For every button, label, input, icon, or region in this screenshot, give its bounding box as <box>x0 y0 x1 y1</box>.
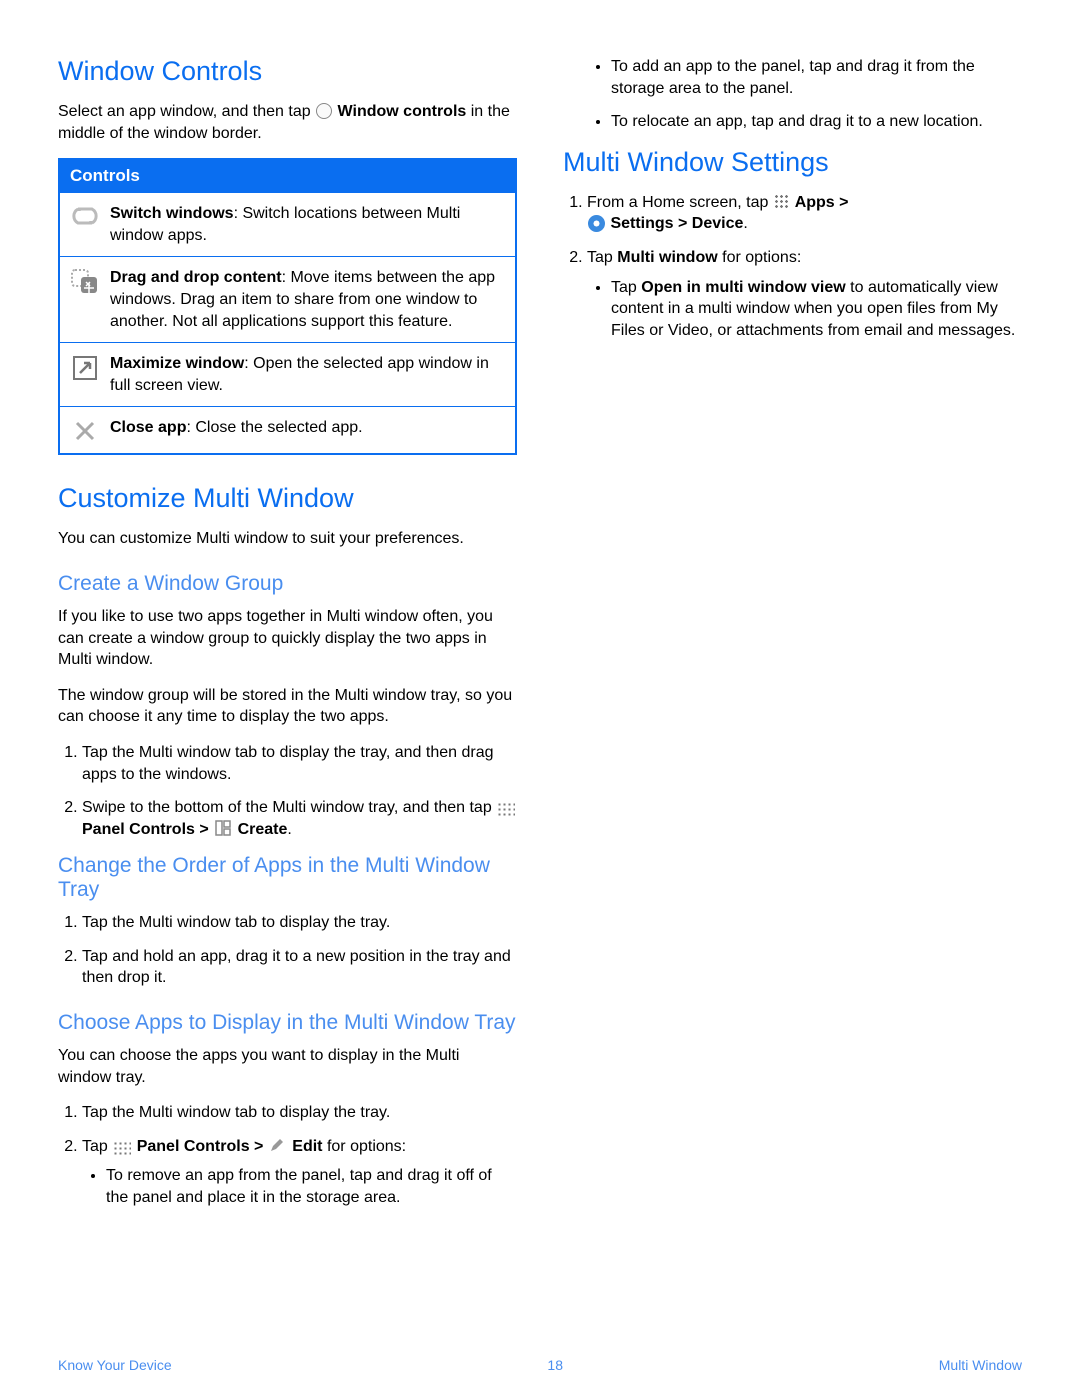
apps-grid-icon <box>774 194 790 210</box>
switch-windows-icon <box>70 205 100 227</box>
control-row-switch: Switch windows: Switch locations between… <box>60 192 515 256</box>
create-icon <box>214 819 232 837</box>
heading-change-order: Change the Order of Apps in the Multi Wi… <box>58 854 517 902</box>
heading-customize: Customize Multi Window <box>58 483 517 514</box>
text: Tap <box>587 249 617 266</box>
text: : Close the selected app. <box>186 419 362 436</box>
controls-table: Controls Switch windows: Switch location… <box>58 158 517 455</box>
text: . <box>743 215 747 232</box>
settings-gear-icon <box>588 215 605 232</box>
footer-right: Multi Window <box>939 1357 1022 1373</box>
text-bold: Window controls <box>338 103 467 120</box>
text-bold: Drag and drop content <box>110 269 282 286</box>
controls-table-header: Controls <box>60 160 515 192</box>
text-bold: Maximize window <box>110 355 244 372</box>
panel-controls-icon <box>497 802 515 816</box>
list-item: Tap the Multi window tab to display the … <box>82 1102 517 1124</box>
text-bold: Edit <box>288 1138 323 1155</box>
control-text: Maximize window: Open the selected app w… <box>110 353 505 396</box>
text-bold: Multi window <box>617 249 717 266</box>
text: Tap <box>82 1138 112 1155</box>
text-bold: Open in multi window view <box>641 279 845 296</box>
heading-multi-window-settings: Multi Window Settings <box>563 147 1022 178</box>
list-item: To remove an app from the panel, tap and… <box>106 1165 517 1208</box>
create-group-steps: Tap the Multi window tab to display the … <box>58 742 517 840</box>
text-bold: Switch windows <box>110 205 234 222</box>
control-text: Close app: Close the selected app. <box>110 417 505 439</box>
text: for options: <box>718 249 802 266</box>
control-row-maximize: Maximize window: Open the selected app w… <box>60 342 515 406</box>
footer-left: Know Your Device <box>58 1357 172 1373</box>
text: From a Home screen, tap <box>587 194 773 211</box>
text: Tap <box>611 279 641 296</box>
text-bold: Apps > <box>791 194 849 211</box>
text: You can choose the apps you want to disp… <box>58 1045 517 1088</box>
drag-drop-icon <box>70 269 100 295</box>
text: for options: <box>323 1138 407 1155</box>
list-item: Tap the Multi window tab to display the … <box>82 912 517 934</box>
list-item: Tap Open in multi window view to automat… <box>611 277 1022 342</box>
text-bold: Close app <box>110 419 186 436</box>
text: The window group will be stored in the M… <box>58 685 517 728</box>
text: Select an app window, and then tap <box>58 103 311 120</box>
text-bold: Panel Controls > <box>82 821 213 838</box>
control-text: Drag and drop content: Move items betwee… <box>110 267 505 332</box>
list-item: Tap the Multi window tab to display the … <box>82 742 517 785</box>
list-item: From a Home screen, tap Apps > Settings … <box>587 192 1022 235</box>
window-controls-icon <box>316 103 332 119</box>
page-content: Window Controls Select an app window, an… <box>0 0 1080 1280</box>
text: Swipe to the bottom of the Multi window … <box>82 799 496 816</box>
text: . <box>287 821 291 838</box>
control-text: Switch windows: Switch locations between… <box>110 203 505 246</box>
page-footer: Know Your Device 18 Multi Window <box>0 1357 1080 1373</box>
heading-create-group: Create a Window Group <box>58 572 517 596</box>
list-item: Swipe to the bottom of the Multi window … <box>82 797 517 840</box>
list-item: Tap and hold an app, drag it to a new po… <box>82 946 517 989</box>
list-item: To add an app to the panel, tap and drag… <box>611 56 1022 99</box>
control-row-dragdrop: Drag and drop content: Move items betwee… <box>60 256 515 342</box>
list-item: Tap Multi window for options: Tap Open i… <box>587 247 1022 341</box>
list-item: To relocate an app, tap and drag it to a… <box>611 111 1022 133</box>
text-bold: Settings > Device <box>606 215 743 232</box>
text-bold: Panel Controls > <box>132 1138 268 1155</box>
settings-sublist: Tap Open in multi window view to automat… <box>587 277 1022 342</box>
change-order-steps: Tap the Multi window tab to display the … <box>58 912 517 989</box>
settings-steps: From a Home screen, tap Apps > Settings … <box>563 192 1022 342</box>
panel-controls-icon <box>113 1141 131 1155</box>
text: If you like to use two apps together in … <box>58 606 517 671</box>
heading-window-controls: Window Controls <box>58 56 517 87</box>
control-row-close: Close app: Close the selected app. <box>60 406 515 453</box>
text-bold: Create <box>233 821 287 838</box>
maximize-icon <box>70 355 100 381</box>
window-controls-intro: Select an app window, and then tap Windo… <box>58 101 517 144</box>
close-icon <box>70 419 100 443</box>
customize-intro: You can customize Multi window to suit y… <box>58 528 517 550</box>
edit-pencil-icon <box>269 1137 287 1155</box>
footer-page-number: 18 <box>547 1357 563 1373</box>
heading-choose-apps: Choose Apps to Display in the Multi Wind… <box>58 1011 517 1035</box>
